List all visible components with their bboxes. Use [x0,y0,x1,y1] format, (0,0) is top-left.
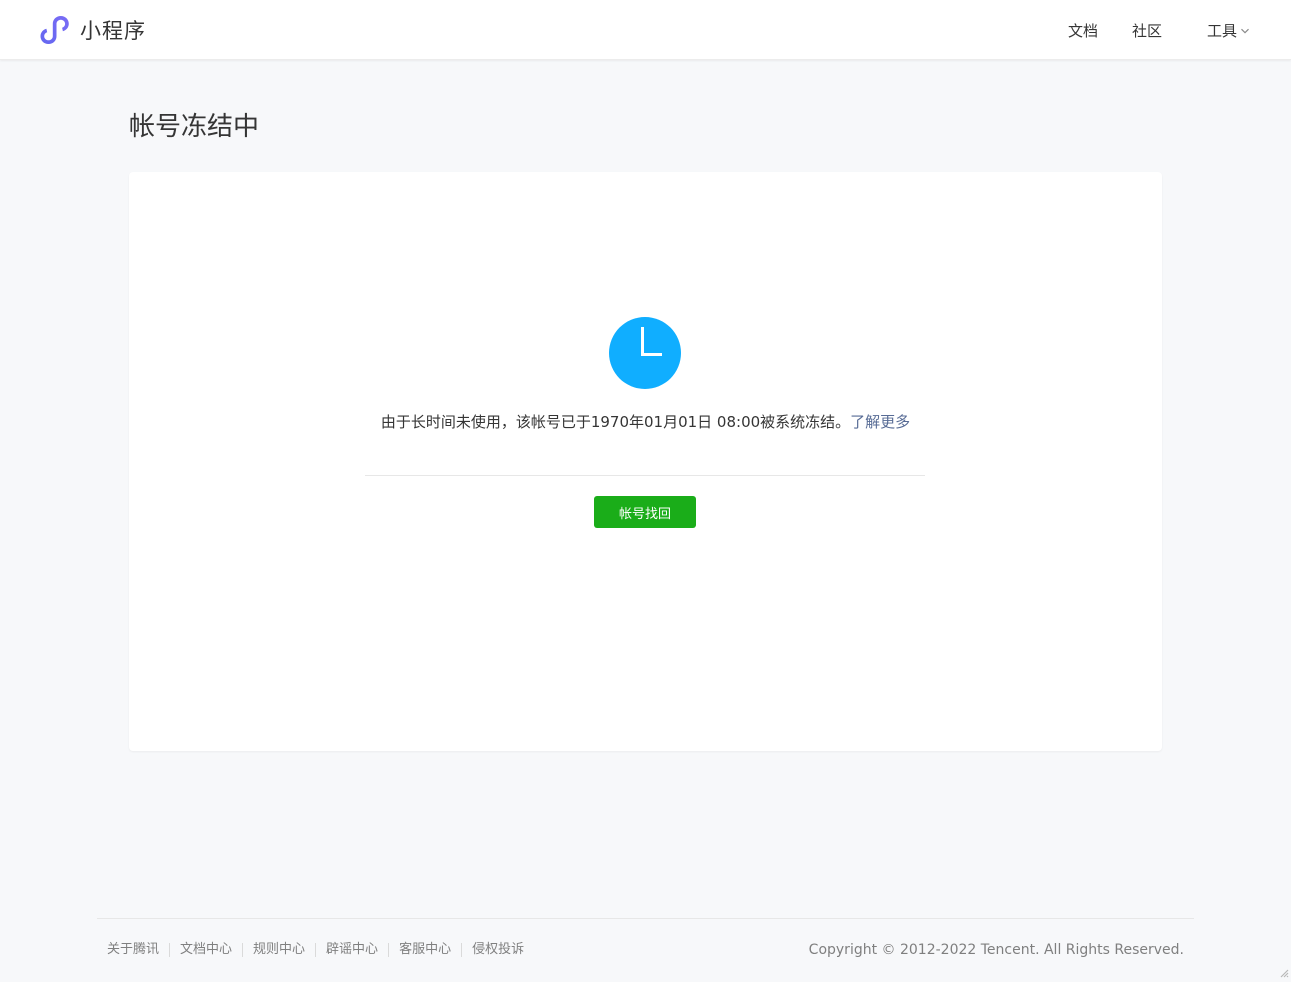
nav-tools[interactable]: 工具 [1207,20,1250,41]
status-card: 由于长时间未使用，该帐号已于1970年01月01日 08:00被系统冻结。了解更… [129,172,1162,751]
page-title: 帐号冻结中 [129,112,260,142]
footer-link-service-center[interactable]: 客服中心 [399,940,451,960]
top-header: 小程序 文档 社区 工具 [0,0,1291,60]
freeze-message: 由于长时间未使用，该帐号已于1970年01月01日 08:00被系统冻结。了解更… [129,411,1162,433]
footer-separator [169,943,171,957]
footer-separator [388,943,390,957]
footer-links: 关于腾讯 文档中心 规则中心 辟谣中心 客服中心 侵权投诉 [107,940,524,960]
copyright: Copyright © 2012-2022 Tencent. All Right… [808,942,1184,958]
resize-grip-icon [1280,969,1289,978]
learn-more-link[interactable]: 了解更多 [850,413,910,431]
nav-tools-label: 工具 [1206,21,1237,40]
logo[interactable]: 小程序 [39,14,146,46]
chevron-down-icon [1241,28,1249,34]
top-nav: 文档 社区 工具 [1068,0,1250,60]
nav-community[interactable]: 社区 [1132,20,1162,41]
footer-divider [97,918,1194,919]
clock-icon [609,317,681,389]
miniprogram-logo-icon [40,16,69,44]
divider [365,475,925,476]
nav-docs[interactable]: 文档 [1068,20,1098,41]
logo-text: 小程序 [80,19,146,43]
footer-separator [461,943,463,957]
freeze-message-text: 由于长时间未使用，该帐号已于1970年01月01日 08:00被系统冻结。 [380,413,851,431]
footer-separator [242,943,244,957]
footer-link-rules-center[interactable]: 规则中心 [253,940,305,960]
footer-link-about-tencent[interactable]: 关于腾讯 [107,940,159,960]
footer-link-rumor-center[interactable]: 辟谣中心 [326,940,378,960]
footer-link-doc-center[interactable]: 文档中心 [180,940,232,960]
footer-separator [315,943,317,957]
footer-link-infringement-complaint[interactable]: 侵权投诉 [472,940,524,960]
account-recovery-button[interactable]: 帐号找回 [594,496,696,528]
